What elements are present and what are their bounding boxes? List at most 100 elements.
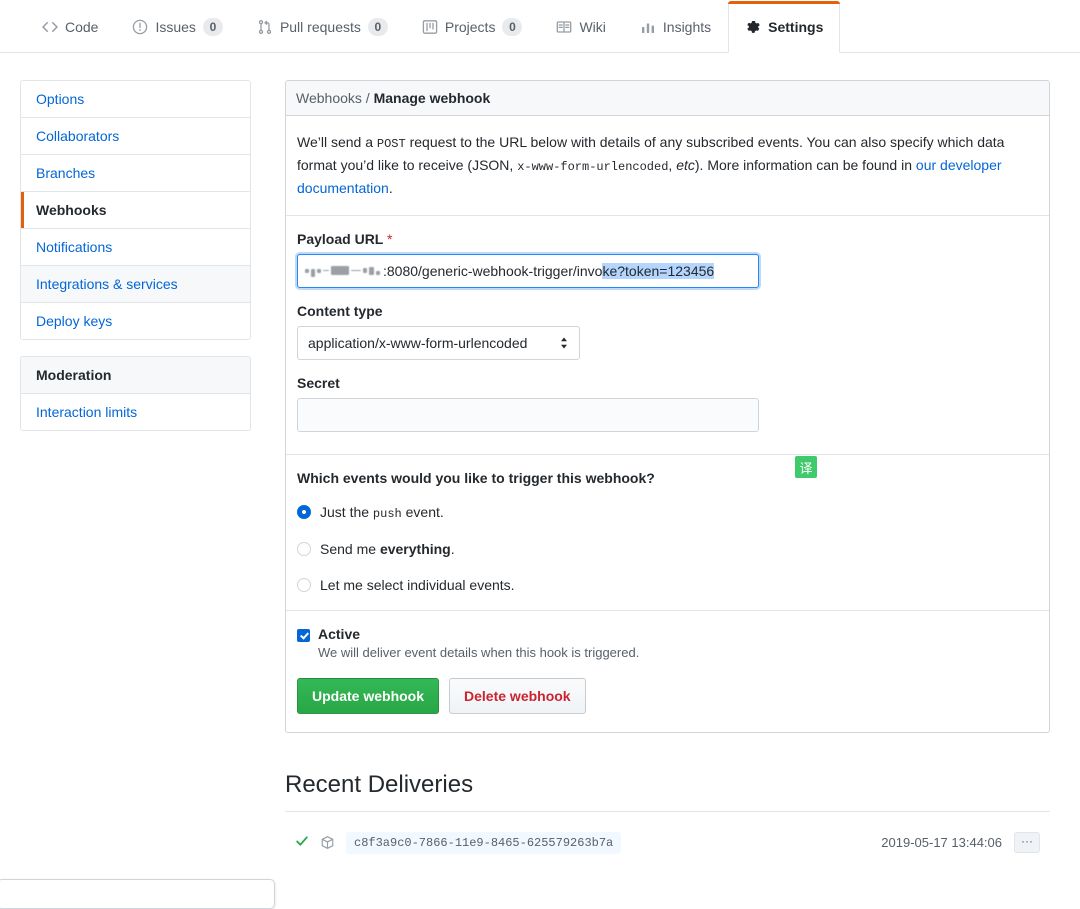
- tab-projects[interactable]: Projects 0: [405, 0, 540, 52]
- webhook-form-box: Webhooks / Manage webhook We’ll send a P…: [285, 80, 1050, 733]
- delivery-row[interactable]: c8f3a9c0-7866-11e9-8465-625579263b7a 201…: [285, 824, 1050, 862]
- secret-section: Secret: [286, 375, 1049, 454]
- sidebar-item-label: Webhooks: [36, 202, 107, 218]
- recent-deliveries-list: c8f3a9c0-7866-11e9-8465-625579263b7a 201…: [285, 811, 1050, 862]
- secret-label: Secret: [297, 375, 1038, 391]
- repository-nav: Code Issues 0 Pull requests 0 Projects 0…: [0, 0, 1080, 53]
- check-icon: [295, 834, 309, 852]
- sidebar-item-notifications[interactable]: Notifications: [21, 229, 250, 266]
- radio-push-icon[interactable]: [297, 505, 311, 519]
- sidebar-item-options[interactable]: Options: [21, 81, 250, 118]
- label-bold: everything: [380, 541, 451, 557]
- tab-label: Settings: [768, 19, 823, 35]
- chevron-updown-icon: [559, 336, 569, 350]
- update-webhook-button[interactable]: Update webhook: [297, 678, 439, 714]
- tab-issues[interactable]: Issues 0: [115, 0, 239, 52]
- payload-url-label-text: Payload URL: [297, 231, 383, 247]
- tab-code[interactable]: Code: [25, 0, 115, 52]
- delivery-meta: 2019-05-17 13:44:06 ···: [881, 832, 1050, 853]
- sidebar-item-webhooks[interactable]: Webhooks: [21, 192, 250, 229]
- breadcrumb-parent[interactable]: Webhooks: [296, 90, 362, 106]
- settings-sidebar: Options Collaborators Branches Webhooks …: [20, 80, 251, 862]
- payload-url-unselected: :8080/generic-webhook-trigger/invo: [383, 263, 602, 279]
- active-label: Active: [318, 626, 639, 642]
- event-option-label: Let me select individual events.: [320, 577, 515, 593]
- delivery-guid[interactable]: c8f3a9c0-7866-11e9-8465-625579263b7a: [346, 832, 621, 854]
- radio-everything-icon[interactable]: [297, 542, 311, 556]
- breadcrumb-separator: /: [366, 90, 370, 106]
- label-prefix: Just the: [320, 504, 373, 520]
- event-option-individual[interactable]: Let me select individual events.: [297, 577, 1038, 593]
- label-suffix: .: [451, 541, 455, 557]
- sidebar-item-integrations-services[interactable]: Integrations & services: [21, 266, 250, 303]
- desc-text: .: [389, 180, 393, 196]
- issues-count: 0: [203, 18, 223, 36]
- tab-label: Insights: [663, 19, 711, 35]
- tab-label: Projects: [445, 19, 496, 35]
- moderation-heading: Moderation: [21, 357, 250, 394]
- content-type-section: Content type application/x-www-form-urle…: [286, 303, 1049, 375]
- secret-input[interactable]: [297, 398, 759, 432]
- breadcrumb-current: Manage webhook: [374, 90, 491, 106]
- tab-pull-requests[interactable]: Pull requests 0: [240, 0, 405, 52]
- pull-requests-count: 0: [368, 18, 388, 36]
- delete-webhook-button[interactable]: Delete webhook: [449, 678, 586, 714]
- sidebar-item-deploy-keys[interactable]: Deploy keys: [21, 303, 250, 339]
- content-type-select[interactable]: application/x-www-form-urlencoded: [297, 326, 580, 360]
- event-option-everything[interactable]: Send me everything.: [297, 541, 1038, 557]
- bottom-status-popup: [0, 879, 275, 909]
- content-type-label: Content type: [297, 303, 1038, 319]
- sidebar-item-interaction-limits[interactable]: Interaction limits: [21, 394, 250, 430]
- payload-url-label: Payload URL *: [297, 231, 1038, 247]
- event-option-push[interactable]: Just the push event.: [297, 504, 1038, 521]
- git-pull-request-icon: [257, 19, 273, 35]
- webhook-description-section: We’ll send a POST request to the URL bel…: [286, 116, 1049, 215]
- tab-label: Code: [65, 19, 98, 35]
- post-code: POST: [377, 137, 406, 151]
- tab-insights[interactable]: Insights: [623, 0, 728, 52]
- gear-icon: [745, 19, 761, 35]
- book-icon: [556, 19, 572, 35]
- recent-deliveries-title: Recent Deliveries: [285, 771, 1050, 799]
- sidebar-item-label: Interaction limits: [36, 404, 137, 420]
- sidebar-item-label: Notifications: [36, 239, 112, 255]
- radio-individual-icon[interactable]: [297, 578, 311, 592]
- sidebar-item-collaborators[interactable]: Collaborators: [21, 118, 250, 155]
- payload-url-input[interactable]: :8080/generic-webhook-trigger/invoke?tok…: [297, 254, 759, 288]
- tab-settings[interactable]: Settings: [728, 1, 840, 53]
- delivery-menu-icon[interactable]: ···: [1014, 832, 1040, 853]
- issue-opened-icon: [132, 19, 148, 35]
- webhook-description: We’ll send a POST request to the URL bel…: [297, 131, 1038, 200]
- sidebar-item-label: Branches: [36, 165, 95, 181]
- events-section: Which events would you like to trigger t…: [286, 454, 1049, 610]
- form-actions: Update webhook Delete webhook: [297, 678, 1038, 714]
- tab-label: Wiki: [579, 19, 605, 35]
- push-code: push: [373, 507, 402, 521]
- sidebar-item-label: Options: [36, 91, 84, 107]
- event-option-label: Just the push event.: [320, 504, 444, 521]
- tab-wiki[interactable]: Wiki: [539, 0, 622, 52]
- active-note: We will deliver event details when this …: [318, 645, 639, 660]
- urlencoded-code: x-www-form-urlencoded: [517, 160, 668, 174]
- sidebar-item-label: Collaborators: [36, 128, 119, 144]
- tab-label: Issues: [155, 19, 195, 35]
- project-icon: [422, 19, 438, 35]
- delivery-timestamp: 2019-05-17 13:44:06: [881, 835, 1002, 850]
- moderation-menu: Moderation Interaction limits: [20, 356, 251, 431]
- active-checkbox[interactable]: [297, 629, 310, 642]
- payload-url-value: :8080/generic-webhook-trigger/invoke?tok…: [383, 263, 714, 279]
- sidebar-item-label: Integrations & services: [36, 276, 178, 292]
- tab-label: Pull requests: [280, 19, 361, 35]
- graph-icon: [640, 19, 656, 35]
- settings-page: Options Collaborators Branches Webhooks …: [0, 53, 1080, 862]
- projects-count: 0: [502, 18, 522, 36]
- active-checkbox-row[interactable]: Active We will deliver event details whe…: [297, 626, 1038, 660]
- label-suffix: event.: [402, 504, 444, 520]
- active-section: Active We will deliver event details whe…: [286, 610, 1049, 732]
- desc-text: ). More information can be found in: [695, 157, 916, 173]
- label-prefix: Send me: [320, 541, 380, 557]
- payload-url-selected: ke?token=123456: [602, 263, 714, 279]
- sidebar-item-branches[interactable]: Branches: [21, 155, 250, 192]
- translate-badge-icon[interactable]: 译: [795, 456, 817, 478]
- code-icon: [42, 19, 58, 35]
